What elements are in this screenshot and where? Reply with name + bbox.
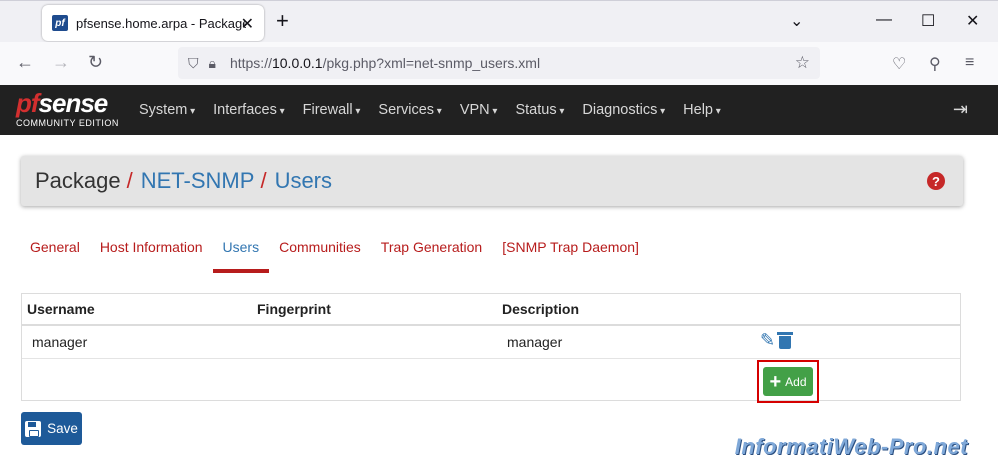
add-label: Add bbox=[785, 374, 807, 389]
breadcrumb-separator: / bbox=[260, 168, 267, 193]
header-fingerprint: Fingerprint bbox=[257, 301, 331, 317]
watermark: InformatiWeb-Pro.net bbox=[734, 434, 968, 459]
tab-title: pfsense.home.arpa - Package: N bbox=[76, 15, 246, 31]
menu-interfaces[interactable]: Interfaces bbox=[204, 102, 293, 118]
extensions-icon[interactable]: ⚲ bbox=[929, 54, 941, 74]
cell-username: manager bbox=[32, 334, 88, 350]
browser-tab-bar: pf pfsense.home.arpa - Package: N ✕ + ⌄ … bbox=[0, 0, 998, 42]
minimize-icon[interactable]: — bbox=[876, 11, 892, 29]
breadcrumb-package: Package bbox=[35, 168, 121, 193]
breadcrumb-users[interactable]: Users bbox=[275, 168, 332, 194]
help-icon[interactable]: ? bbox=[927, 172, 945, 190]
users-table: Username Fingerprint Description manager… bbox=[21, 293, 961, 403]
add-button[interactable]: + Add bbox=[763, 367, 813, 396]
close-window-icon[interactable]: ✕ bbox=[966, 11, 979, 31]
page-content: Package / NET-SNMP / Users ? General Hos… bbox=[0, 135, 998, 466]
row-actions: ✎ bbox=[760, 330, 794, 351]
tab-communities[interactable]: Communities bbox=[269, 231, 371, 273]
shield-icon[interactable]: ⛉ bbox=[188, 55, 199, 72]
logout-icon[interactable]: ⇥ bbox=[953, 99, 968, 120]
pencil-icon[interactable]: ✎ bbox=[760, 330, 775, 351]
tab-host-information[interactable]: Host Information bbox=[90, 231, 213, 273]
save-button[interactable]: Save bbox=[21, 412, 82, 445]
tab-general[interactable]: General bbox=[20, 231, 90, 273]
url-bar[interactable]: ⛉ 🔒︎ https://10.0.0.1/pkg.php?xml=net-sn… bbox=[178, 47, 820, 79]
menu-help[interactable]: Help bbox=[674, 102, 730, 118]
menu-status[interactable]: Status bbox=[506, 102, 573, 118]
close-tab-icon[interactable]: ✕ bbox=[241, 14, 254, 34]
floppy-disk-icon bbox=[25, 420, 42, 437]
new-tab-icon[interactable]: + bbox=[276, 8, 289, 34]
breadcrumb-net-snmp[interactable]: NET-SNMP bbox=[141, 168, 255, 194]
table-header: Username Fingerprint Description bbox=[22, 294, 960, 326]
browser-tab[interactable]: pf pfsense.home.arpa - Package: N ✕ bbox=[42, 5, 264, 41]
forward-icon[interactable]: → bbox=[52, 52, 70, 73]
header-username: Username bbox=[27, 301, 95, 317]
tab-trap-generation[interactable]: Trap Generation bbox=[371, 231, 492, 273]
tab-users[interactable]: Users bbox=[212, 231, 270, 273]
menu-system[interactable]: System bbox=[130, 102, 204, 118]
pocket-icon[interactable]: ♡ bbox=[892, 54, 906, 74]
menu-services[interactable]: Services bbox=[369, 102, 450, 118]
breadcrumb-separator: / bbox=[126, 168, 133, 193]
header-description: Description bbox=[502, 301, 580, 317]
breadcrumb: Package / NET-SNMP / Users ? bbox=[21, 156, 963, 206]
bookmark-star-icon[interactable]: ☆ bbox=[795, 53, 810, 73]
browser-nav-bar: ← → ↻ ⛉ 🔒︎ https://10.0.0.1/pkg.php?xml=… bbox=[0, 42, 998, 86]
back-icon[interactable]: ← bbox=[16, 52, 34, 73]
menu-icon[interactable]: ≡ bbox=[965, 54, 974, 72]
menu-vpn[interactable]: VPN bbox=[451, 102, 507, 118]
add-highlight-box: + Add bbox=[757, 360, 819, 403]
menu-firewall[interactable]: Firewall bbox=[294, 102, 370, 118]
save-label: Save bbox=[47, 421, 78, 436]
pfsense-logo[interactable]: pfsense COMMUNITY EDITION bbox=[16, 90, 119, 128]
trash-icon[interactable] bbox=[777, 332, 794, 350]
lock-icon[interactable]: 🔒︎ bbox=[209, 55, 216, 72]
maximize-icon[interactable]: ☐ bbox=[921, 11, 935, 31]
cell-description: manager bbox=[507, 334, 563, 350]
plus-icon: + bbox=[769, 370, 782, 393]
pfsense-navbar: pfsense COMMUNITY EDITION System Interfa… bbox=[0, 85, 998, 135]
add-row: + Add bbox=[22, 359, 960, 403]
tab-list-chevron-icon[interactable]: ⌄ bbox=[790, 11, 803, 31]
tab-bar: General Host Information Users Communiti… bbox=[20, 231, 649, 273]
main-menu: System Interfaces Firewall Services VPN … bbox=[130, 85, 730, 135]
url-text[interactable]: https://10.0.0.1/pkg.php?xml=net-snmp_us… bbox=[230, 55, 540, 71]
menu-diagnostics[interactable]: Diagnostics bbox=[573, 102, 674, 118]
table-row: manager manager ✎ bbox=[22, 326, 960, 359]
reload-icon[interactable]: ↻ bbox=[88, 52, 103, 73]
pfsense-favicon-icon: pf bbox=[52, 15, 68, 31]
tab-snmp-trap-daemon[interactable]: [SNMP Trap Daemon] bbox=[492, 231, 649, 273]
